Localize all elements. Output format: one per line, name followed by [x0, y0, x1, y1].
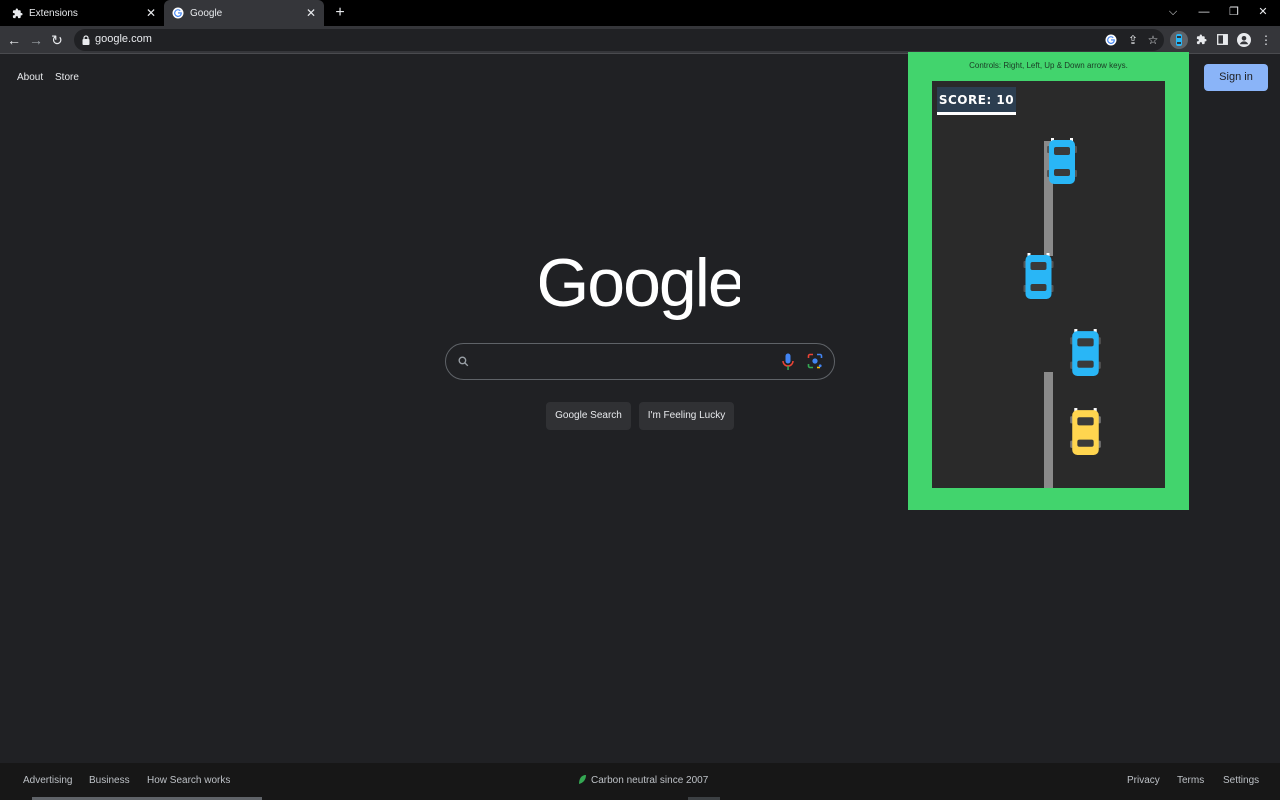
leaf-icon [579, 775, 586, 784]
tab-search-icon[interactable]: ⌵ [1163, 3, 1183, 21]
how-search-works-link[interactable]: How Search works [147, 775, 230, 786]
search-icon [458, 356, 469, 367]
lane-marker [1044, 372, 1053, 488]
tab-title: Google [190, 7, 223, 19]
browser-toolbar: ← → ↻ google.com ⇪ ☆ ⋮ [0, 26, 1280, 54]
close-icon[interactable]: ✕ [144, 6, 158, 20]
forward-icon[interactable]: → [27, 31, 45, 49]
controls-instructions: Controls: Right, Left, Up & Down arrow k… [969, 61, 1128, 70]
footer: Advertising Business How Search works Ca… [0, 763, 1280, 800]
terms-link[interactable]: Terms [1177, 775, 1204, 786]
settings-link[interactable]: Settings [1223, 775, 1259, 786]
lock-icon [82, 35, 90, 45]
tab-google[interactable]: Google ✕ [164, 0, 324, 26]
restore-icon[interactable]: ❐ [1224, 3, 1244, 21]
business-link[interactable]: Business [89, 775, 130, 786]
enemy-car [1070, 329, 1101, 376]
bookmark-star-icon[interactable]: ☆ [1144, 31, 1162, 49]
search-input[interactable] [480, 350, 770, 374]
enemy-car [1023, 253, 1054, 299]
feeling-lucky-button[interactable]: I'm Feeling Lucky [639, 402, 734, 430]
share-icon[interactable]: ⇪ [1124, 31, 1142, 49]
store-link[interactable]: Store [55, 72, 79, 83]
extensions-puzzle-icon[interactable] [1192, 31, 1210, 49]
privacy-link[interactable]: Privacy [1127, 775, 1160, 786]
tab-extensions[interactable]: Extensions ✕ [0, 0, 164, 26]
about-link[interactable]: About [17, 72, 43, 83]
search-box[interactable] [445, 343, 835, 380]
racing-game-popup: Controls: Right, Left, Up & Down arrow k… [908, 52, 1189, 510]
google-g-icon [172, 7, 184, 19]
profile-avatar-icon[interactable] [1235, 31, 1253, 49]
address-bar[interactable]: google.com [74, 29, 1164, 51]
google-logo: Google [540, 245, 740, 321]
google-lens-camera-icon[interactable] [807, 353, 823, 369]
minimize-icon[interactable]: — [1194, 3, 1214, 21]
tab-strip: Extensions ✕ Google ✕ + ⌵ — ❐ ✕ [0, 0, 1280, 26]
url-text: google.com [95, 33, 152, 45]
player-car [1070, 408, 1101, 455]
microphone-icon[interactable] [782, 353, 794, 371]
side-panel-icon[interactable] [1213, 31, 1231, 49]
back-icon[interactable]: ← [5, 31, 23, 49]
tab-title: Extensions [29, 7, 78, 19]
new-tab-button[interactable]: + [331, 4, 349, 22]
enemy-car [1047, 138, 1077, 184]
kebab-menu-icon[interactable]: ⋮ [1257, 31, 1275, 49]
score-display: SCORE: 10 [937, 87, 1016, 115]
advertising-link[interactable]: Advertising [23, 775, 72, 786]
window-close-icon[interactable]: ✕ [1253, 3, 1273, 21]
close-icon[interactable]: ✕ [304, 6, 318, 20]
game-road[interactable]: SCORE: 10 [932, 81, 1165, 488]
google-logo-text: Google [540, 245, 740, 321]
racing-extension-icon[interactable] [1170, 31, 1188, 49]
puzzle-icon [12, 7, 23, 18]
reload-icon[interactable]: ↻ [48, 31, 66, 49]
carbon-neutral-link[interactable]: Carbon neutral since 2007 [591, 775, 708, 786]
sign-in-button[interactable]: Sign in [1204, 64, 1268, 91]
google-search-button[interactable]: Google Search [546, 402, 631, 430]
google-lens-icon[interactable] [1102, 31, 1120, 49]
